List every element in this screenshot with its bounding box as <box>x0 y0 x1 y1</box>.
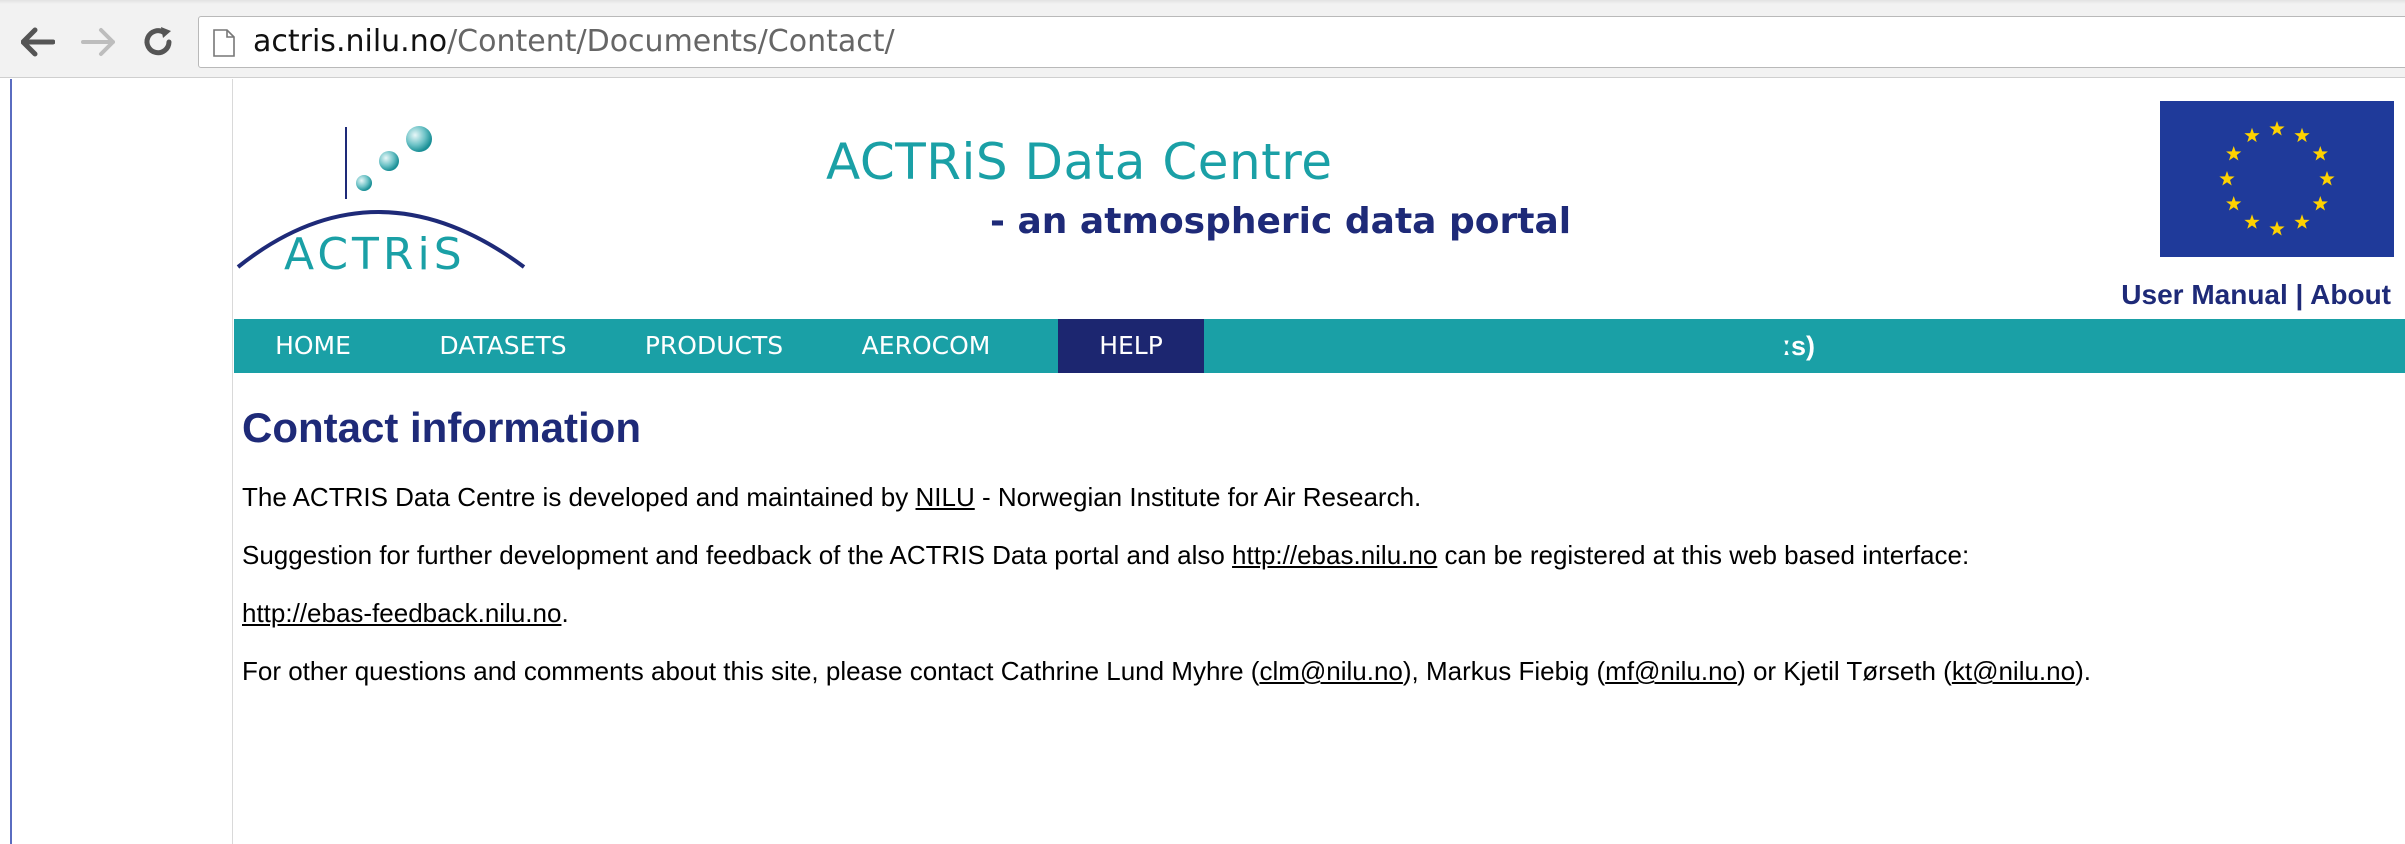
paragraph-about: The ACTRIS Data Centre is developed and … <box>242 481 2392 513</box>
eu-star <box>2244 127 2260 143</box>
url-text[interactable]: actris.nilu.no/Content/Documents/Contact… <box>253 24 895 60</box>
actris-logo[interactable]: ACTRiS <box>236 119 526 281</box>
nav-home[interactable]: HOME <box>256 319 370 373</box>
site-subtitle: - an atmospheric data portal <box>990 201 1572 242</box>
url-path: /Content/Documents/Contact/ <box>447 24 895 59</box>
eu-star <box>2312 196 2328 211</box>
nav-datasets[interactable]: DATASETS <box>428 319 578 373</box>
nav-aerocom[interactable]: AEROCOM <box>850 319 1002 373</box>
text: For other questions and comments about t… <box>242 656 1260 686</box>
text: ). <box>2075 656 2091 686</box>
paragraph-feedback-url: http://ebas-feedback.nilu.no. <box>242 597 2392 629</box>
eu-star <box>2312 146 2328 161</box>
reload-button[interactable] <box>138 22 178 62</box>
eu-star <box>2294 214 2310 229</box>
text: The ACTRIS Data Centre is developed and … <box>242 482 916 512</box>
nav-help[interactable]: HELP <box>1058 319 1204 373</box>
browser-toolbar: actris.nilu.no/Content/Documents/Contact… <box>0 0 2405 78</box>
text: Suggestion for further development and f… <box>242 540 1233 570</box>
text: ) or Kjetil Tørseth ( <box>1737 656 1952 686</box>
text: . <box>561 598 569 628</box>
eu-star <box>2269 221 2285 236</box>
text: can be registered at this web based inte… <box>1437 540 1970 570</box>
paragraph-feedback: Suggestion for further development and f… <box>242 539 2392 571</box>
back-button[interactable] <box>18 22 58 62</box>
eu-star <box>2319 171 2335 186</box>
address-bar[interactable]: actris.nilu.no/Content/Documents/Contact… <box>198 16 2405 68</box>
main-content: Contact information The ACTRIS Data Cent… <box>242 401 2392 713</box>
reload-icon <box>144 27 172 56</box>
nav-products[interactable]: PRODUCTS <box>634 319 794 373</box>
eu-star <box>2244 214 2260 229</box>
ebas-link[interactable]: http://ebas.nilu.no <box>1232 540 1437 570</box>
eu-star <box>2294 127 2310 143</box>
eu-star <box>2226 146 2242 161</box>
nav-overflow-text: ːs) <box>1782 331 1815 361</box>
url-host: actris.nilu.no <box>253 24 448 59</box>
eu-star <box>2269 121 2285 136</box>
about-link[interactable]: About <box>2310 279 2391 310</box>
link-separator: | <box>2287 279 2311 310</box>
forward-button[interactable] <box>78 22 118 62</box>
page-heading: Contact information <box>242 404 641 451</box>
arrow-right-icon <box>81 28 115 56</box>
text: - Norwegian Institute for Air Research. <box>974 482 1422 512</box>
ebas-feedback-link[interactable]: http://ebas-feedback.nilu.no <box>242 598 561 628</box>
arrow-left-icon <box>21 27 55 57</box>
email-kt-link[interactable]: kt@nilu.no <box>1952 656 2075 686</box>
site-title: ACTRiS Data Centre <box>826 133 1333 191</box>
email-clm-link[interactable]: clm@nilu.no <box>1259 656 1402 686</box>
page-icon <box>213 29 235 57</box>
text: ), Markus Fiebig ( <box>1402 656 1606 686</box>
eu-star <box>2226 196 2242 211</box>
email-mf-link[interactable]: mf@nilu.no <box>1605 656 1737 686</box>
eu-star <box>2219 171 2235 186</box>
paragraph-contacts: For other questions and comments about t… <box>242 655 2392 687</box>
header-links: User Manual | About <box>2121 279 2391 311</box>
logo-text: ACTRiS <box>284 229 466 280</box>
nilu-link[interactable]: NILU <box>916 482 975 512</box>
eu-flag <box>2160 101 2394 257</box>
page-viewport: ACTRiS ACTRiS Data Centre - an atmospher… <box>0 79 2405 844</box>
eu-stars-icon <box>2219 121 2335 236</box>
main-navigation: HOME DATASETS PRODUCTS AEROCOM HELP ːs) <box>234 319 2405 373</box>
user-manual-link[interactable]: User Manual <box>2121 279 2288 310</box>
